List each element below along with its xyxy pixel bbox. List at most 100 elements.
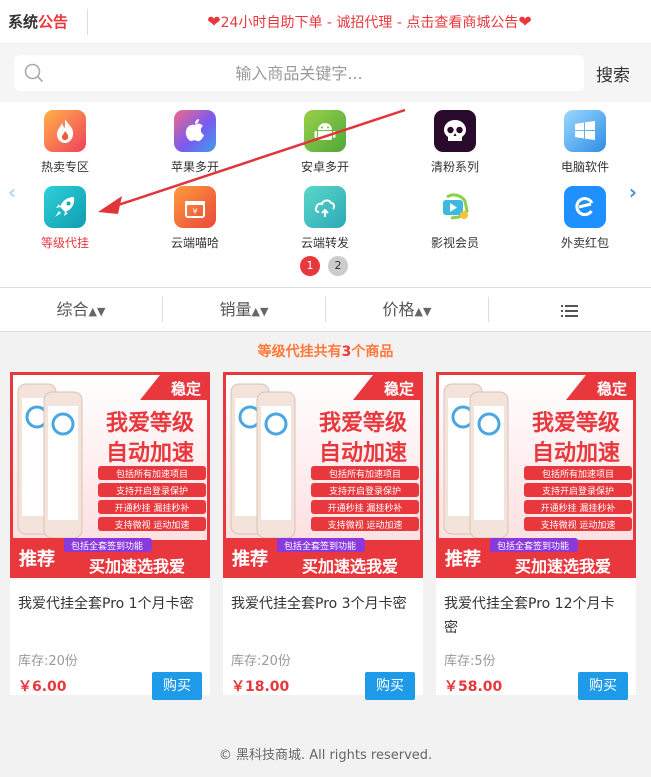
category-hot[interactable]: 热卖专区 — [0, 102, 130, 178]
banner-tag: 推荐 — [232, 548, 268, 570]
apple-icon — [174, 110, 216, 152]
notice-title-a: 系统 — [8, 13, 39, 31]
carousel-prev-arrow[interactable]: ‹ — [8, 180, 16, 204]
banner-sub: 包括全套签到功能 — [497, 540, 569, 552]
search-button[interactable]: 搜索 — [596, 61, 630, 86]
banner-feature: 支持开启登录保护 — [542, 485, 614, 497]
banner-slogan: 买加速选我爱 — [302, 557, 398, 576]
banner-feature: 支持开启登录保护 — [329, 485, 401, 497]
android-icon — [304, 110, 346, 152]
category-film[interactable]: 影视会员 — [390, 178, 520, 254]
banner-slogan: 买加速选我爱 — [89, 557, 185, 576]
buy-button[interactable]: 购买 — [578, 672, 628, 700]
product-banner[interactable]: 稳定 我爱等级 自动加速 包括所有加速项目 支持开启登录保护 开通秒挂 漏挂秒补… — [10, 372, 210, 578]
banner-tag: 推荐 — [19, 548, 55, 570]
banner-feature: 开通秒挂 漏挂秒补 — [115, 502, 190, 514]
banner-feature: 包括所有加速项目 — [542, 468, 614, 480]
category-label: 热卖专区 — [40, 160, 89, 174]
category-row: 等级代挂 ¥ 云端喵哈 云端转发 影视会员 外卖红包 — [0, 178, 651, 254]
banner-feature: 开通秒挂 漏挂秒补 — [541, 502, 616, 514]
gift-icon: ¥ — [174, 186, 216, 228]
sort-label: 综合 — [56, 300, 89, 319]
category-level[interactable]: 等级代挂 — [0, 178, 130, 254]
search-input[interactable] — [14, 55, 584, 91]
category-share[interactable]: 云端转发 — [260, 178, 390, 254]
product-banner[interactable]: 稳定 我爱等级 自动加速 包括所有加速项目 支持开启登录保护 开通秒挂 漏挂秒补… — [223, 372, 423, 578]
result-prefix: 共有 — [313, 344, 342, 360]
category-label: 外卖红包 — [560, 236, 609, 250]
product-price: ￥18.00 — [231, 679, 290, 695]
product-stock: 库存:20份 — [18, 654, 78, 669]
product-banner[interactable]: 稳定 我爱等级 自动加速 包括所有加速项目 支持开启登录保护 开通秒挂 漏挂秒补… — [436, 372, 636, 578]
product-footer: ￥18.00 购买 — [223, 672, 423, 700]
sort-comprehensive[interactable]: 综合▲▼ — [0, 297, 163, 322]
list-icon — [561, 304, 578, 317]
sort-sales[interactable]: 销量▲▼ — [163, 297, 326, 322]
banner-title2: 自动加速 — [532, 440, 620, 466]
search-icon — [24, 63, 44, 83]
banner-feature: 支持开启登录保护 — [116, 485, 188, 497]
notice-title-b: 公告 — [38, 13, 69, 31]
product-title[interactable]: 我爱代挂全套Pro 3个月卡密 — [223, 582, 423, 650]
product-card[interactable]: 稳定 我爱等级 自动加速 包括所有加速项目 支持开启登录保护 开通秒挂 漏挂秒补… — [223, 372, 423, 700]
product-card[interactable]: 稳定 我爱等级 自动加速 包括所有加速项目 支持开启登录保护 开通秒挂 漏挂秒补… — [10, 372, 210, 700]
banner-title1: 我爱等级 — [106, 410, 194, 436]
category-label: 电脑软件 — [560, 160, 609, 174]
category-apple[interactable]: 苹果多开 — [130, 102, 260, 178]
search-box[interactable] — [14, 55, 584, 91]
search-bar: 搜索 — [0, 44, 651, 102]
product-stock: 库存:20份 — [231, 654, 291, 669]
product-title[interactable]: 我爱代挂全套Pro 1个月卡密 — [10, 582, 210, 650]
sort-bar: 综合▲▼ 销量▲▼ 价格▲▼ — [0, 287, 651, 332]
category-gift[interactable]: ¥ 云端喵哈 — [130, 178, 260, 254]
notice-marquee[interactable]: ❤24小时自助下单 - 诚招代理 - 点击查看商城公告❤ — [88, 12, 651, 32]
rocket-icon — [44, 186, 86, 228]
category-label: 清粉系列 — [430, 160, 479, 174]
banner-badge: 稳定 — [171, 380, 201, 398]
category-skull[interactable]: 清粉系列 — [390, 102, 520, 178]
category-label: 等级代挂 — [40, 236, 89, 250]
product-card[interactable]: 稳定 我爱等级 自动加速 包括所有加速项目 支持开启登录保护 开通秒挂 漏挂秒补… — [436, 372, 636, 700]
banner-feature: 包括所有加速项目 — [329, 468, 401, 480]
footer-copyright: © 黑科技商城. All rights reserved. — [218, 748, 433, 763]
banner-tag: 推荐 — [445, 548, 481, 570]
product-title[interactable]: 我爱代挂全套Pro 12个月卡密 — [436, 582, 636, 650]
banner-badge: 稳定 — [597, 380, 627, 398]
result-summary: 等级代挂共有3个商品 — [0, 332, 651, 372]
skull-icon — [434, 110, 476, 152]
sort-arrow-icon: ▲▼ — [88, 305, 106, 318]
svg-text:¥: ¥ — [192, 207, 197, 216]
list-view-toggle[interactable] — [489, 297, 651, 322]
buy-button[interactable]: 购买 — [152, 672, 202, 700]
carousel-next-arrow[interactable]: › — [629, 180, 637, 204]
sort-price[interactable]: 价格▲▼ — [326, 297, 489, 322]
category-android[interactable]: 安卓多开 — [260, 102, 390, 178]
banner-title1: 我爱等级 — [532, 410, 620, 436]
product-stock: 库存:5份 — [444, 654, 496, 669]
category-row: 热卖专区 苹果多开 安卓多开 清粉系列 电脑软件 — [0, 102, 651, 178]
pager-dot[interactable]: 2 — [328, 256, 348, 276]
category-label: 影视会员 — [430, 236, 479, 250]
sort-label: 销量 — [219, 300, 252, 319]
category-label: 安卓多开 — [300, 160, 349, 174]
banner-feature: 开通秒挂 漏挂秒补 — [328, 502, 403, 514]
share-icon — [304, 186, 346, 228]
banner-slogan: 买加速选我爱 — [515, 557, 611, 576]
banner-feature: 支持微视 运动加速 — [328, 519, 403, 531]
fire-icon — [44, 110, 86, 152]
banner-title2: 自动加速 — [319, 440, 407, 466]
banner-sub: 包括全套签到功能 — [284, 540, 356, 552]
pager-dot[interactable]: 1 — [300, 256, 320, 276]
result-count: 3 — [341, 344, 352, 360]
product-price: ￥58.00 — [444, 679, 503, 695]
film-icon — [434, 186, 476, 228]
sort-arrow-icon: ▲▼ — [251, 305, 269, 318]
banner-feature: 支持微视 运动加速 — [541, 519, 616, 531]
result-suffix: 个商品 — [351, 344, 394, 360]
heart-icon: ❤ — [207, 11, 221, 31]
category-windows[interactable]: 电脑软件 — [520, 102, 650, 178]
buy-button[interactable]: 购买 — [365, 672, 415, 700]
notice-bar[interactable]: 系统 公告 ❤24小时自助下单 - 诚招代理 - 点击查看商城公告❤ — [0, 0, 651, 44]
product-footer: ￥58.00 购买 — [436, 672, 636, 700]
windows-icon — [564, 110, 606, 152]
